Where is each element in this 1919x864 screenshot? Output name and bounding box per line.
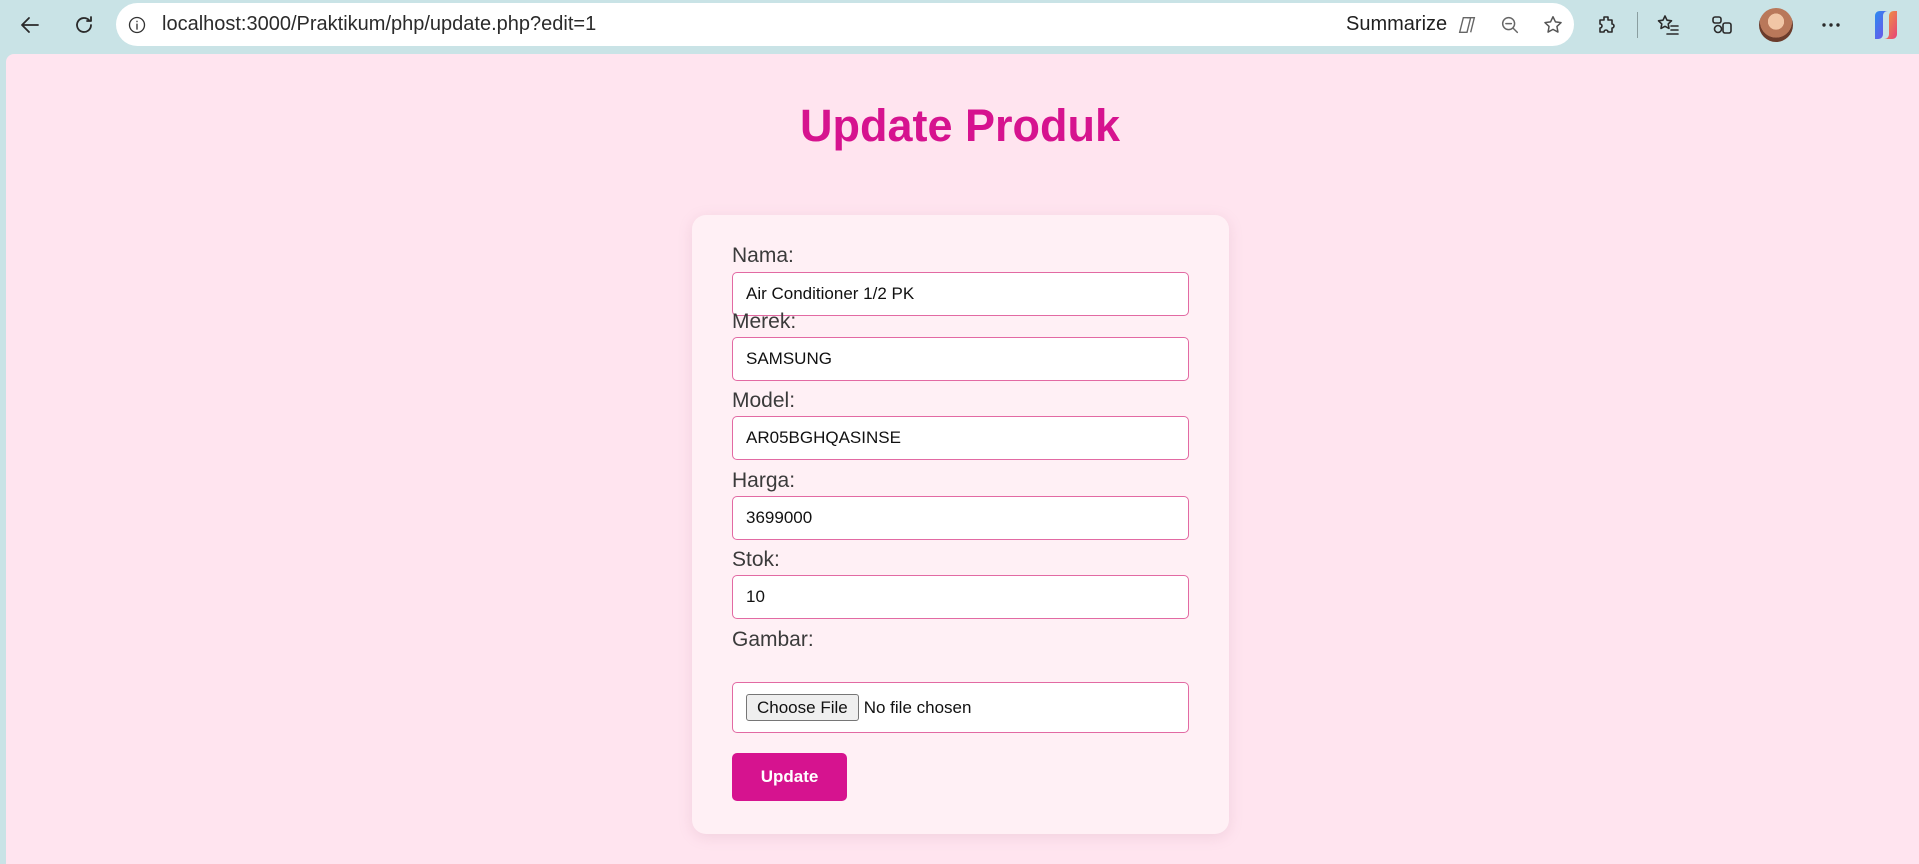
copilot-icon[interactable]	[1869, 8, 1903, 42]
url-text[interactable]: localhost:3000/Praktikum/php/update.php?…	[162, 3, 596, 46]
favorites-icon[interactable]	[1649, 6, 1687, 44]
gambar-label: Gambar:	[732, 628, 814, 651]
nama-label: Nama:	[732, 244, 794, 267]
refresh-icon[interactable]	[65, 6, 103, 44]
model-input[interactable]	[732, 416, 1189, 460]
update-product-form: Nama: Merek: Model: Harga: Stok: Gambar:…	[692, 215, 1229, 834]
profile-avatar[interactable]	[1759, 8, 1793, 42]
model-label: Model:	[732, 389, 796, 412]
favorite-star-icon[interactable]	[1540, 12, 1566, 38]
update-button[interactable]: Update	[732, 753, 847, 801]
file-status-text: No file chosen	[863, 697, 972, 717]
extensions-icon[interactable]	[1588, 6, 1626, 44]
collections-icon[interactable]	[1703, 6, 1741, 44]
back-icon[interactable]	[11, 6, 49, 44]
harga-label: Harga:	[732, 469, 796, 492]
choose-file-button[interactable]: Choose File	[746, 694, 859, 721]
merek-label: Merek:	[732, 310, 797, 333]
site-info-icon[interactable]	[126, 14, 148, 36]
harga-input[interactable]	[732, 496, 1189, 540]
page-title: Update Produk	[799, 100, 1121, 151]
more-options-icon[interactable]	[1812, 6, 1850, 44]
toolbar-divider	[1637, 12, 1638, 38]
merek-input[interactable]	[732, 337, 1189, 381]
copilot-summarize-icon[interactable]	[1454, 12, 1480, 38]
page-viewport: Update Produk Nama: Merek: Model: Harga:…	[6, 54, 1919, 864]
nama-input[interactable]	[732, 272, 1189, 316]
browser-toolbar: localhost:3000/Praktikum/php/update.php?…	[0, 0, 1919, 50]
zoom-out-icon[interactable]	[1497, 12, 1523, 38]
stok-label: Stok:	[732, 548, 780, 571]
summarize-button[interactable]: Summarize	[1346, 3, 1447, 46]
gambar-file-input[interactable]: Choose File No file chosen	[732, 682, 1189, 733]
stok-input[interactable]	[732, 575, 1189, 619]
address-bar[interactable]: localhost:3000/Praktikum/php/update.php?…	[116, 3, 1574, 46]
